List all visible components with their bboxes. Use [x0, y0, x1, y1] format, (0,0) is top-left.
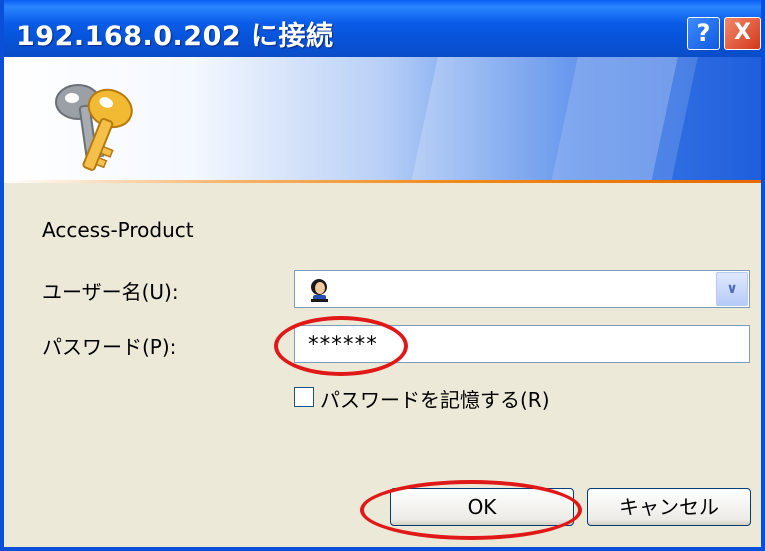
remember-password-checkbox[interactable] [294, 387, 314, 407]
close-button[interactable]: X [724, 17, 761, 50]
cancel-button[interactable]: キャンセル [587, 488, 751, 526]
password-field[interactable]: ****** [294, 325, 750, 363]
username-dropdown-button[interactable]: ∨ [716, 272, 748, 306]
help-button[interactable]: ? [687, 17, 720, 50]
banner-accent-line [4, 180, 761, 183]
user-icon [311, 279, 328, 302]
keys-icon [55, 84, 133, 171]
title-bar[interactable]: 192.168.0.202 に接続 ? X [4, 0, 761, 57]
password-label: パスワード(P): [42, 335, 177, 359]
chevron-down-icon: ∨ [726, 281, 738, 297]
username-combobox[interactable]: ∨ [294, 270, 750, 308]
username-label: ユーザー名(U): [42, 280, 179, 304]
connect-dialog: 192.168.0.202 に接続 ? X Access-Product ユーザ… [0, 0, 765, 551]
remember-password-label[interactable]: パスワードを記憶する(R) [320, 384, 550, 413]
realm-text: Access-Product [42, 218, 194, 242]
ok-button[interactable]: OK [390, 488, 574, 526]
window-title: 192.168.0.202 に接続 [16, 21, 334, 52]
password-value: ****** [307, 332, 378, 356]
